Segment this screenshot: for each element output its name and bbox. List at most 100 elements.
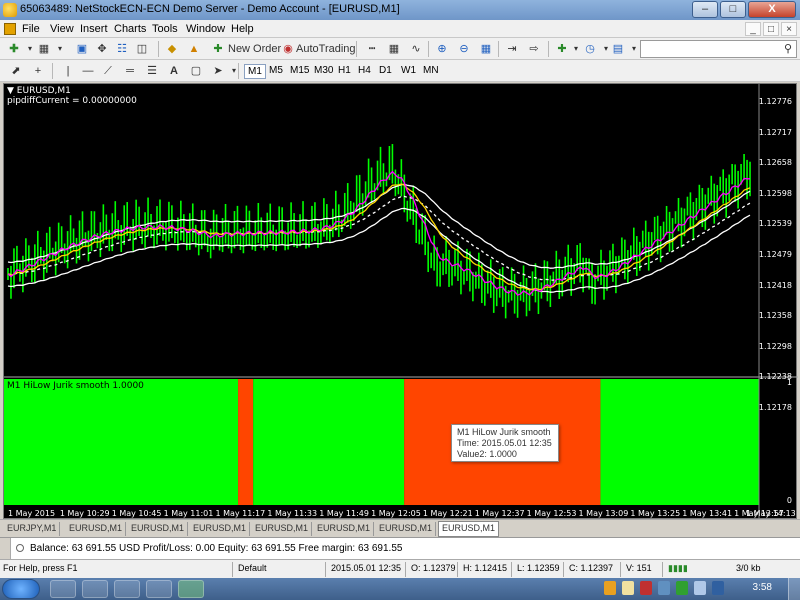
close-button[interactable]: X	[748, 1, 796, 18]
line-chart-icon[interactable]: ∿	[408, 41, 424, 57]
mdi-minimize-button[interactable]: _	[745, 22, 761, 36]
tile-windows-icon[interactable]: ▦	[478, 41, 494, 57]
mdi-close-button[interactable]: ×	[781, 22, 797, 36]
channel-icon[interactable]: ═	[122, 63, 138, 79]
tf-w1[interactable]: W1	[398, 64, 419, 77]
arrows-icon[interactable]: ➤	[210, 63, 226, 79]
indicator-tooltip: M1 HiLow Jurik smooth Time: 2015.05.01 1…	[451, 424, 559, 462]
firefox-icon[interactable]	[114, 580, 140, 598]
skype-icon[interactable]	[82, 580, 108, 598]
title-bar: 65063489: NetStockECN-ECN Demo Server - …	[0, 0, 800, 20]
terminal-sidebar[interactable]	[0, 538, 11, 560]
menu-help[interactable]: Help	[231, 23, 254, 35]
chart-tabs: EURJPY,M1 EURUSD,M1 EURUSD,M1 EURUSD,M1 …	[0, 519, 800, 537]
balance-line: Balance: 63 691.55 USD Profit/Loss: 0.00…	[30, 543, 403, 554]
search-input[interactable]: ⚲	[640, 40, 797, 58]
crosshair-icon[interactable]: +	[30, 63, 46, 79]
price-tick-label: 1.12658	[758, 158, 792, 168]
time-tick-label: 1 May 13:09	[578, 509, 629, 518]
tf-m5[interactable]: M5	[266, 64, 286, 77]
menu-file[interactable]: File	[22, 23, 40, 35]
time-tick-label: 1 May 12:05	[371, 509, 421, 518]
metatrader-icon[interactable]	[178, 580, 204, 598]
new-order-button[interactable]: New Order	[226, 41, 283, 57]
tf-d1[interactable]: D1	[376, 64, 395, 77]
fibonacci-icon[interactable]: ☰	[144, 63, 160, 79]
menu-window[interactable]: Window	[186, 23, 225, 35]
text-icon[interactable]: A	[166, 63, 182, 79]
status-open: O: 1.12379	[411, 563, 456, 573]
chart-tab[interactable]: EURUSD,M1	[376, 522, 437, 536]
autotrading-button[interactable]: AutoTrading	[294, 41, 358, 57]
show-desktop-button[interactable]	[788, 578, 800, 600]
bar-chart-icon[interactable]: ┅	[364, 41, 380, 57]
new-order-icon[interactable]: ✚	[210, 41, 226, 57]
tray-icon[interactable]	[622, 581, 634, 595]
tf-h1[interactable]: H1	[335, 64, 354, 77]
chart-tab[interactable]: EURUSD,M1	[66, 522, 127, 536]
menu-insert[interactable]: Insert	[80, 23, 108, 35]
tf-m1[interactable]: M1	[244, 64, 266, 79]
chart-window-icon[interactable]	[4, 23, 16, 35]
tray-icon[interactable]	[604, 581, 616, 595]
volume-icon[interactable]	[694, 581, 706, 595]
autoscroll-icon[interactable]: ⇨	[526, 41, 542, 57]
chart-tab[interactable]: EURUSD,M1	[128, 522, 189, 536]
vertical-line-icon[interactable]: |	[60, 63, 76, 79]
strategy-tester-icon[interactable]: ▲	[186, 41, 202, 57]
horizontal-line-icon[interactable]: —	[80, 63, 96, 79]
mdi-restore-button[interactable]: □	[763, 22, 779, 36]
chart-tab[interactable]: EURUSD,M1	[190, 522, 251, 536]
tf-m30[interactable]: M30	[311, 64, 336, 77]
chart-window[interactable]: ▼ EURUSD,M1 pipdiffCurrent = 0.00000000 …	[3, 83, 798, 520]
trendline-icon[interactable]: ⟋	[100, 63, 116, 79]
menu-tools[interactable]: Tools	[152, 23, 178, 35]
chart-tab-active[interactable]: EURUSD,M1	[438, 521, 500, 537]
new-chart-icon[interactable]: ✚	[6, 41, 22, 57]
hilow-segment	[238, 379, 254, 505]
zoom-in-icon[interactable]: ⊕	[434, 41, 450, 57]
cursor-icon[interactable]: ⬈	[8, 63, 24, 79]
network-icon[interactable]	[676, 581, 688, 595]
status-datetime: 2015.05.01 12:35	[331, 563, 402, 573]
tf-mn[interactable]: MN	[420, 64, 442, 77]
status-volume: V: 151	[626, 563, 652, 573]
market-watch-icon[interactable]: ▣	[74, 41, 90, 57]
menu-view[interactable]: View	[50, 23, 74, 35]
chart-tab[interactable]: EURUSD,M1	[252, 522, 313, 536]
hilow-segment	[4, 379, 239, 505]
navigator-icon[interactable]: ☷	[114, 41, 130, 57]
chart-tab[interactable]: EURUSD,M1	[314, 522, 375, 536]
templates-icon[interactable]: ▤	[610, 41, 626, 57]
price-tick-label: 1.12598	[758, 188, 792, 198]
menu-charts[interactable]: Charts	[114, 23, 146, 35]
terminal-icon[interactable]: ◫	[134, 41, 150, 57]
dropdown-icon[interactable]: ▾	[52, 41, 68, 57]
text-label-icon[interactable]: ▢	[188, 63, 204, 79]
chart-tab[interactable]: EURJPY,M1	[4, 522, 61, 536]
minimize-button[interactable]: –	[692, 1, 718, 18]
dropdown-icon[interactable]: ▾	[226, 63, 242, 79]
band-middle-line	[7, 195, 751, 281]
tf-m15[interactable]: M15	[287, 64, 312, 77]
tray-icon[interactable]	[640, 581, 652, 595]
data-window-icon[interactable]: ✥	[94, 41, 110, 57]
chart-shift-icon[interactable]: ⇥	[504, 41, 520, 57]
tray-icon[interactable]	[712, 581, 724, 595]
chart-symbol-label: ▼ EURUSD,M1	[7, 86, 71, 96]
explorer-icon[interactable]	[50, 580, 76, 598]
price-chart[interactable]	[4, 84, 798, 520]
candlestick-icon[interactable]: ▦	[386, 41, 402, 57]
history-center-icon[interactable]: ◆	[164, 41, 180, 57]
zoom-out-icon[interactable]: ⊖	[456, 41, 472, 57]
maximize-button[interactable]: □	[720, 1, 746, 18]
search-icon[interactable]: ⚲	[784, 42, 792, 55]
tf-h4[interactable]: H4	[355, 64, 374, 77]
menu-bar: File View Insert Charts Tools Window Hel…	[0, 20, 800, 38]
tray-icon[interactable]	[658, 581, 670, 595]
periods-icon[interactable]: ◷	[582, 41, 598, 57]
folder-icon[interactable]	[146, 580, 172, 598]
profiles-icon[interactable]: ▦	[36, 41, 52, 57]
time-tick-label: 1 May 2015	[8, 509, 56, 518]
start-button[interactable]	[2, 579, 40, 599]
